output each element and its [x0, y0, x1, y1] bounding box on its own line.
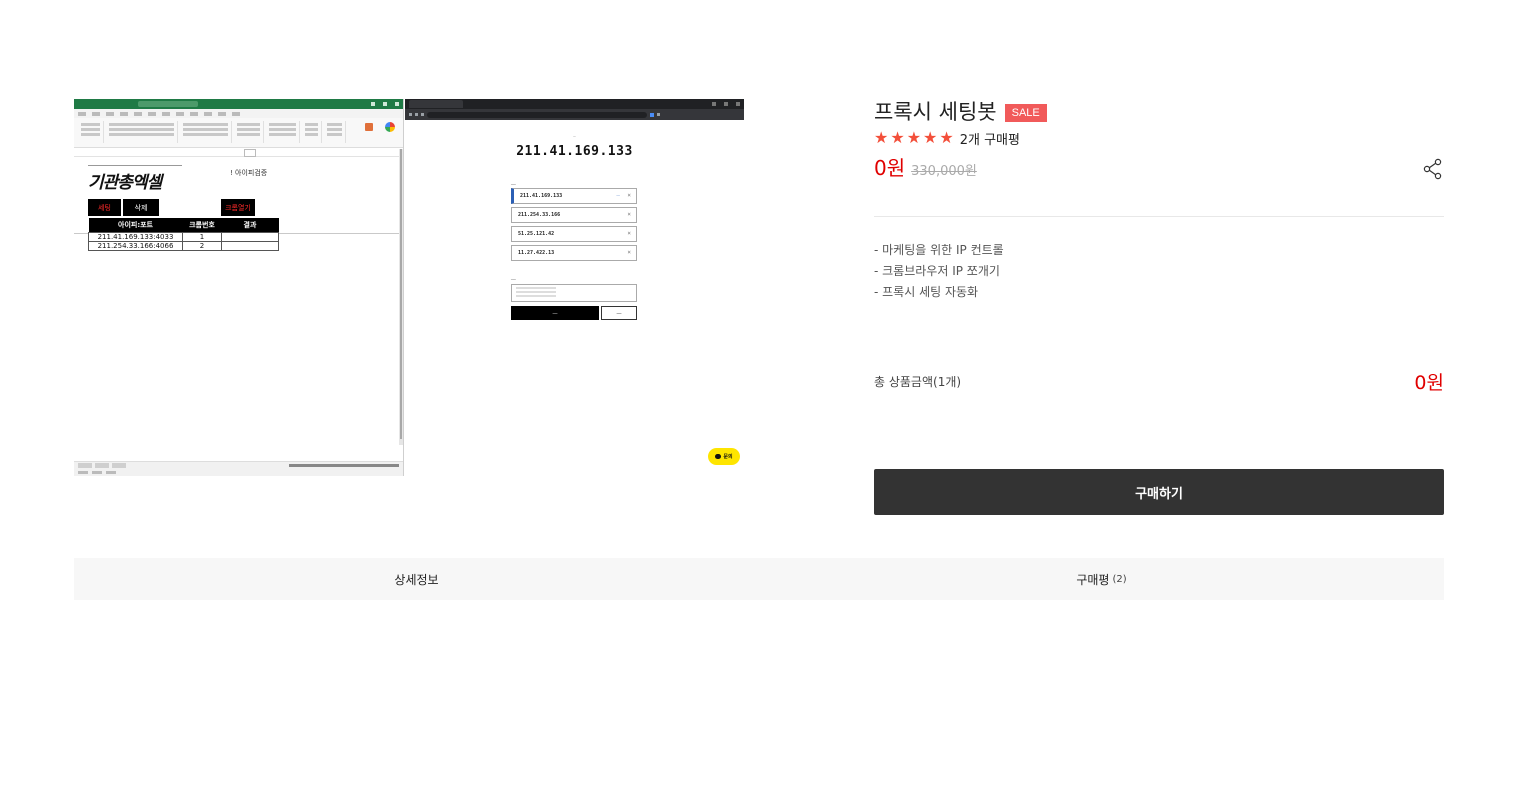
excel-formula-bar	[74, 148, 403, 157]
total-label: 총 상품금액(1개)	[874, 375, 962, 389]
tab-label: 상세정보	[394, 572, 439, 587]
excel-statusbar	[74, 469, 403, 476]
feature-item: - 프록시 세팅 자동화	[874, 285, 979, 299]
table-row: 211.41.169.133:4033 1	[88, 231, 279, 242]
excel-window-preview: 기관총엑셀 ! 아이피검증 세팅 삭제 크롬열기 아이피:포트 크롬번호 결과 …	[74, 99, 404, 476]
tab-reviews[interactable]: 구매평 (2)	[759, 558, 1444, 600]
chat-inquiry-button[interactable]: 문의	[708, 448, 740, 465]
reset-button: ──	[601, 306, 637, 320]
total-value: 0원	[1414, 372, 1444, 394]
sheet-ip-table: 아이피:포트 크롬번호 결과 211.41.169.133:4033 1 211…	[88, 218, 279, 251]
star-icon: ★	[874, 128, 889, 147]
current-ip: 211.41.169.133	[516, 144, 633, 159]
product-info: 프록시 세팅봇 SALE ★ ★ ★ ★ ★ 2개 구매평 0원 330,000…	[874, 96, 1444, 515]
table-cell	[221, 231, 279, 242]
title-row: 프록시 세팅봇 SALE	[874, 96, 1444, 126]
ip-list-item: 211.41.169.133 ── ×	[511, 188, 637, 204]
rating-row[interactable]: ★ ★ ★ ★ ★ 2개 구매평	[874, 128, 1444, 148]
star-icon: ★	[939, 128, 954, 147]
feature-item: - 마케팅을 위한 IP 컨트롤	[874, 243, 1004, 257]
detail-tabs: 상세정보 구매평 (2)	[74, 558, 1444, 600]
ip-caption: ─	[573, 134, 576, 139]
ribbon-addin-icon	[365, 123, 373, 131]
sheet-run-button: 세팅	[88, 199, 121, 216]
price-row: 0원 330,000원	[874, 152, 1444, 182]
ip-list-item: 11.27.422.13 ×	[511, 245, 637, 261]
excel-search-bar	[138, 101, 198, 107]
feature-list: - 마케팅을 위한 IP 컨트롤 - 크롬브라우저 IP 쪼개기 - 프록시 세…	[874, 240, 1444, 303]
divider	[874, 216, 1444, 217]
sheet-note: ! 아이피검증	[230, 169, 268, 177]
ip-list-item: 51.25.121.42 ×	[511, 226, 637, 242]
browser-window-preview: ─ 211.41.169.133 ── 211.41.169.133 ── × 21…	[405, 99, 744, 476]
table-cell: 1	[182, 231, 222, 242]
excel-menubar	[74, 109, 403, 118]
copilot-icon	[385, 122, 395, 132]
column-header: 아이피:포트	[88, 218, 183, 232]
ip-input-label: ──	[511, 277, 516, 282]
sheet-delete-button: 삭제	[123, 199, 159, 216]
product-main-image[interactable]: 기관총엑셀 ! 아이피검증 세팅 삭제 크롬열기 아이피:포트 크롬번호 결과 …	[74, 99, 744, 476]
column-header: 결과	[221, 218, 279, 232]
tab-label: 구매평	[1076, 572, 1110, 587]
ip-list-item: 211.254.33.166 ×	[511, 207, 637, 223]
tab-count: (2)	[1112, 573, 1127, 585]
product-title: 프록시 세팅봇	[874, 100, 997, 124]
table-cell	[221, 240, 279, 251]
buy-button[interactable]: 구매하기	[874, 469, 1444, 515]
sheet-open-chrome-button: 크롬열기	[221, 199, 255, 216]
excel-titlebar	[74, 99, 403, 109]
review-count-link[interactable]: 2개 구매평	[960, 129, 1020, 148]
star-icon: ★	[923, 128, 938, 147]
excel-sheet-tabs	[74, 461, 403, 469]
excel-sheet: 기관총엑셀 ! 아이피검증 세팅 삭제 크롬열기 아이피:포트 크롬번호 결과 …	[74, 157, 400, 460]
sale-badge: SALE	[1004, 103, 1047, 122]
sale-price: 0원	[874, 156, 906, 180]
excel-ribbon	[74, 118, 403, 148]
excel-scrollbar	[399, 149, 403, 445]
ip-list-label: ──	[511, 182, 516, 187]
browser-addressbar	[405, 109, 744, 120]
feature-item: - 크롬브라우저 IP 쪼개기	[874, 264, 1000, 278]
sheet-logo: 기관총엑셀	[88, 173, 162, 193]
tab-details[interactable]: 상세정보	[74, 558, 759, 600]
chat-icon	[715, 454, 722, 459]
total-price-row: 총 상품금액(1개) 0원	[874, 368, 1444, 395]
star-icon: ★	[906, 128, 922, 147]
table-cell: 211.41.169.133:4033	[88, 231, 183, 242]
column-header: 크롬번호	[182, 218, 222, 232]
window-controls	[371, 102, 399, 106]
table-row: 211.254.33.166:4066 2	[88, 240, 279, 251]
star-icon: ★	[890, 128, 905, 147]
add-ip-button: ──	[511, 306, 599, 320]
table-cell: 2	[182, 240, 222, 251]
ip-textarea	[511, 284, 637, 302]
table-cell: 211.254.33.166:4066	[88, 240, 183, 251]
browser-tabbar	[405, 99, 744, 109]
original-price: 330,000원	[911, 164, 977, 179]
share-icon[interactable]	[1422, 158, 1444, 180]
